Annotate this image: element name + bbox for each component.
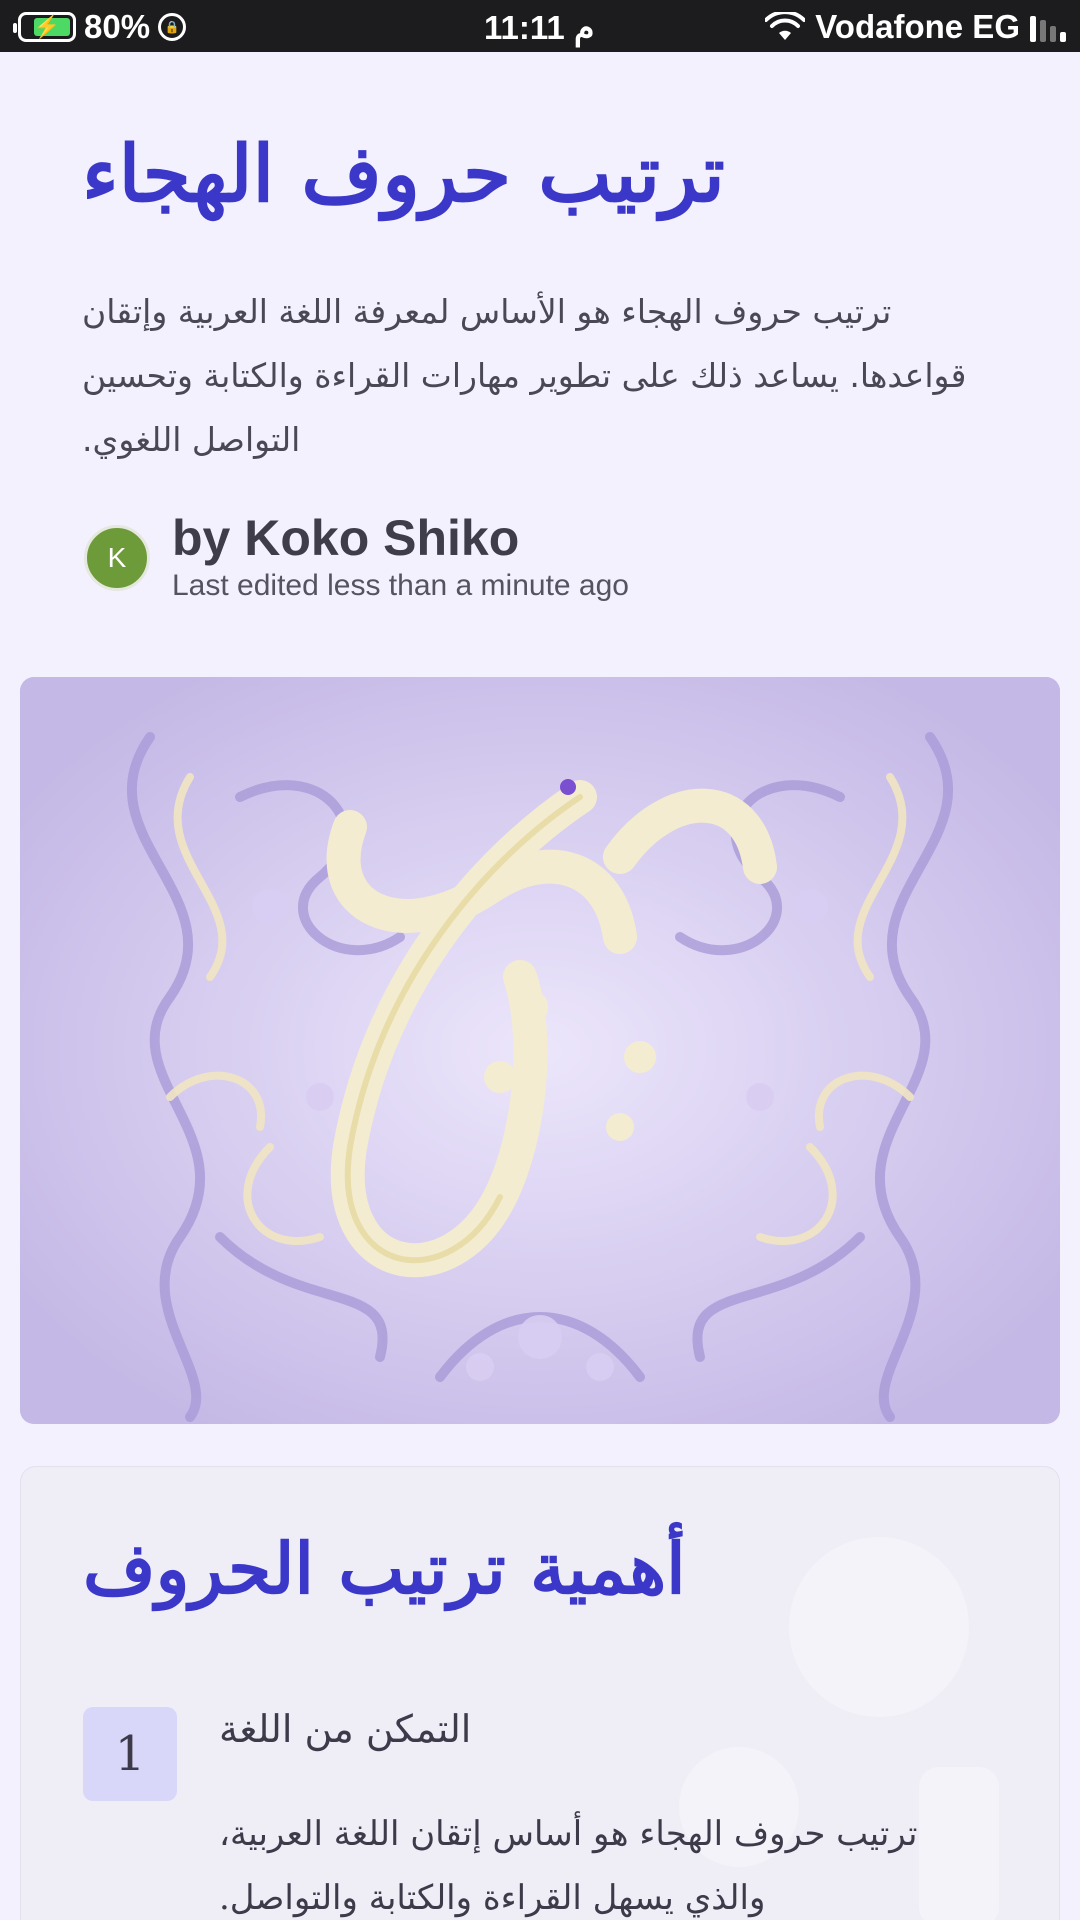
rotation-lock-icon: 🔒	[158, 13, 187, 41]
status-right: Vodafone EG	[765, 8, 1066, 46]
signal-icon	[1030, 12, 1066, 42]
description-line: قواعدها. يساعد ذلك على تطوير مهارات القر…	[82, 356, 967, 395]
status-left: ⚡ 80% 🔒	[13, 8, 187, 46]
section-card: أهمية ترتيب الحروف 1 التمكن من اللغة ترت…	[20, 1466, 1060, 1920]
author-name[interactable]: by Koko Shiko	[172, 510, 629, 566]
author-block: K by Koko Shiko Last edited less than a …	[84, 510, 629, 606]
author-info: by Koko Shiko Last edited less than a mi…	[172, 510, 629, 606]
charging-bolt-icon: ⚡	[33, 14, 61, 39]
avatar[interactable]: K	[84, 525, 150, 591]
hero-image	[20, 677, 1060, 1424]
wifi-icon	[765, 12, 806, 40]
item-number-badge: 1	[83, 1707, 177, 1801]
item-text: ترتيب حروف الهجاء هو أساس إتقان اللغة ال…	[219, 1802, 979, 1920]
description-line: ترتيب حروف الهجاء هو الأساس لمعرفة اللغة…	[82, 292, 892, 331]
page-title: ترتيب حروف الهجاء	[82, 129, 725, 220]
item-title: التمكن من اللغة	[219, 1707, 472, 1751]
battery-percent: 80%	[84, 8, 151, 45]
carrier-name: Vodafone EG	[815, 8, 1020, 45]
section-title: أهمية ترتيب الحروف	[83, 1527, 686, 1610]
item-text-line: ترتيب حروف الهجاء هو أساس إتقان اللغة ال…	[219, 1814, 918, 1854]
status-bar: ⚡ 80% 🔒 11:11 م Vodafone EG	[0, 0, 1080, 52]
last-edited: Last edited less than a minute ago	[172, 569, 629, 602]
item-text-line: والذي يسهل القراءة والكتابة والتواصل.	[219, 1878, 766, 1918]
arabic-calligraphy-illustration-icon	[20, 677, 1060, 1424]
page-description: ترتيب حروف الهجاء هو الأساس لمعرفة اللغة…	[82, 280, 1002, 472]
status-time: 11:11 م	[484, 9, 595, 46]
description-line: التواصل اللغوي.	[82, 420, 301, 459]
battery-icon: ⚡	[13, 12, 76, 42]
